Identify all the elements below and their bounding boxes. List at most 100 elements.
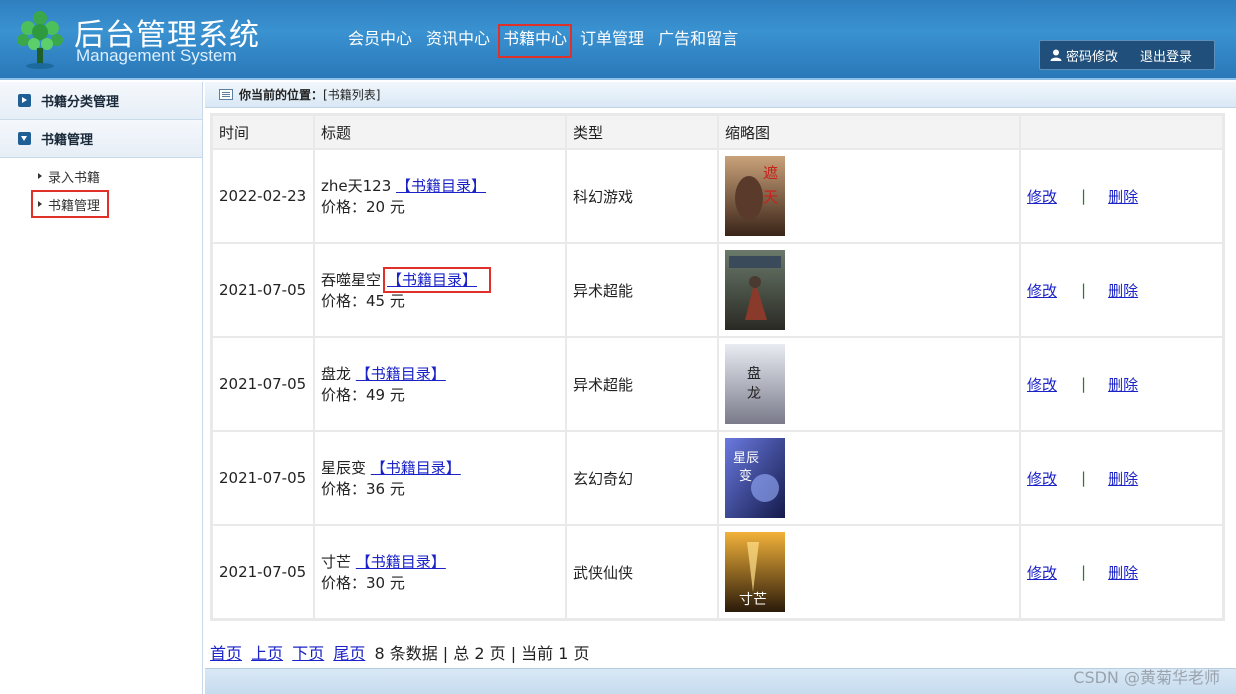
list-icon	[219, 89, 233, 100]
book-price: 价格：49 元	[321, 386, 405, 404]
edit-link[interactable]: 修改	[1027, 468, 1057, 489]
book-price: 价格：20 元	[321, 198, 405, 216]
cell-time: 2021-07-05	[213, 432, 313, 524]
user-icon	[1050, 49, 1062, 61]
cell-thumbnail: 星辰 变	[719, 432, 1019, 524]
pager-info: 8 条数据 | 总 2 页 | 当前 1 页	[374, 644, 590, 663]
book-cover-image	[725, 250, 785, 330]
action-separator: |	[1081, 563, 1087, 581]
cell-time: 2021-07-05	[213, 338, 313, 430]
sidebar-submenu: 录入书籍 书籍管理	[0, 158, 202, 694]
cell-thumbnail: 盘 龙	[719, 338, 1019, 430]
bullet-triangle-icon	[38, 201, 42, 207]
pager-first[interactable]: 首页	[210, 644, 242, 663]
cell-thumbnail: 遮 天	[719, 150, 1019, 242]
breadcrumb: 你当前的位置： [书籍列表]	[205, 82, 1236, 108]
cell-type: 武侠仙侠	[567, 526, 717, 618]
delete-link[interactable]: 删除	[1108, 186, 1138, 207]
column-header-time: 时间	[213, 116, 313, 148]
sidebar-section-book-management[interactable]: 书籍管理	[0, 120, 202, 158]
cover-title-text: 寸芒	[739, 592, 767, 608]
breadcrumb-label: 你当前的位置：	[239, 88, 324, 102]
edit-link[interactable]: 修改	[1027, 562, 1057, 583]
table-row: 2021-07-05 寸芒 【书籍目录】 价格：30 元 武侠仙侠 寸芒 修改 …	[213, 526, 1222, 618]
action-separator: |	[1081, 281, 1087, 299]
nav-ads-messages[interactable]: 广告和留言	[652, 28, 744, 60]
top-nav: 会员中心 资讯中心 书籍中心 订单管理 广告和留言	[342, 24, 746, 60]
delete-link[interactable]: 删除	[1108, 280, 1138, 301]
book-cover-image: 星辰 变	[725, 438, 785, 518]
collapse-arrow-icon	[18, 132, 31, 145]
book-price: 价格：36 元	[321, 480, 405, 498]
change-password-link[interactable]: 密码修改	[1066, 46, 1118, 65]
cover-title-text: 星辰	[733, 451, 759, 466]
book-title: zhe天123	[321, 177, 392, 195]
pager-next[interactable]: 下页	[292, 644, 324, 663]
delete-link[interactable]: 删除	[1108, 468, 1138, 489]
cover-title-text: 天	[763, 188, 778, 206]
book-table: 时间 标题 类型 缩略图 2022-02-23 zhe天123 【书籍目录】 价…	[211, 114, 1224, 620]
edit-link[interactable]: 修改	[1027, 374, 1057, 395]
book-title: 寸芒	[321, 553, 352, 571]
book-title: 星辰变	[321, 459, 367, 477]
action-separator: |	[1081, 469, 1087, 487]
table-header-row: 时间 标题 类型 缩略图	[213, 116, 1222, 148]
book-toc-link[interactable]: 【书籍目录】	[371, 459, 461, 477]
logout-link[interactable]: 退出登录	[1140, 46, 1192, 65]
nav-member-center[interactable]: 会员中心	[342, 28, 418, 60]
cell-time: 2021-07-05	[213, 244, 313, 336]
cell-actions: 修改 | 删除	[1021, 432, 1222, 524]
nav-order-management[interactable]: 订单管理	[574, 28, 650, 60]
cell-type: 异术超能	[567, 338, 717, 430]
sidebar-item-book-management[interactable]: 书籍管理	[31, 190, 109, 218]
cell-type: 科幻游戏	[567, 150, 717, 242]
cover-title-text: 盘	[747, 365, 761, 382]
book-toc-link[interactable]: 【书籍目录】	[396, 177, 486, 195]
sidebar-item-label: 书籍管理	[48, 198, 101, 214]
cell-actions: 修改 | 删除	[1021, 338, 1222, 430]
pager-prev[interactable]: 上页	[251, 644, 283, 663]
main-content: 你当前的位置： [书籍列表] 时间 标题 类型 缩略图 2022-02-23 z…	[205, 82, 1236, 694]
delete-link[interactable]: 删除	[1108, 562, 1138, 583]
book-table-wrapper: 时间 标题 类型 缩略图 2022-02-23 zhe天123 【书籍目录】 价…	[210, 113, 1225, 621]
table-row: 2022-02-23 zhe天123 【书籍目录】 价格：20 元 科幻游戏 遮	[213, 150, 1222, 242]
book-toc-link[interactable]: 【书籍目录】	[383, 267, 492, 293]
book-price: 价格：45 元	[321, 292, 405, 310]
pager-last[interactable]: 尾页	[333, 644, 365, 663]
cell-title: 寸芒 【书籍目录】 价格：30 元	[315, 526, 565, 618]
nav-book-center[interactable]: 书籍中心	[498, 24, 573, 58]
book-toc-link[interactable]: 【书籍目录】	[356, 553, 446, 571]
edit-link[interactable]: 修改	[1027, 280, 1057, 301]
edit-link[interactable]: 修改	[1027, 186, 1057, 207]
user-actions: 密码修改 退出登录	[1039, 40, 1215, 70]
column-header-title: 标题	[315, 116, 565, 148]
delete-link[interactable]: 删除	[1108, 374, 1138, 395]
cell-title: zhe天123 【书籍目录】 价格：20 元	[315, 150, 565, 242]
cover-title-text: 遮	[763, 164, 778, 182]
table-row: 2021-07-05 星辰变 【书籍目录】 价格：36 元 玄幻奇幻 星辰 变 …	[213, 432, 1222, 524]
table-row: 2021-07-05 盘龙 【书籍目录】 价格：49 元 异术超能 盘 龙 修改…	[213, 338, 1222, 430]
book-cover-image: 盘 龙	[725, 344, 785, 424]
top-header: 后台管理系统 Management System 会员中心 资讯中心 书籍中心 …	[0, 0, 1236, 80]
cell-thumbnail	[719, 244, 1019, 336]
cell-type: 异术超能	[567, 244, 717, 336]
nav-news-center[interactable]: 资讯中心	[420, 28, 496, 60]
action-separator: |	[1081, 375, 1087, 393]
cell-time: 2021-07-05	[213, 526, 313, 618]
cell-title: 吞噬星空 【书籍目录】 价格：45 元	[315, 244, 565, 336]
app-subtitle: Management System	[76, 46, 237, 65]
cell-thumbnail: 寸芒	[719, 526, 1019, 618]
sidebar-section-label: 书籍分类管理	[41, 95, 120, 110]
sidebar-item-label: 录入书籍	[48, 170, 101, 186]
cell-title: 星辰变 【书籍目录】 价格：36 元	[315, 432, 565, 524]
action-separator: |	[1081, 187, 1087, 205]
cover-title-text: 龙	[747, 386, 761, 402]
tree-logo-icon	[17, 11, 63, 69]
cell-title: 盘龙 【书籍目录】 价格：49 元	[315, 338, 565, 430]
book-cover-image: 寸芒	[725, 532, 785, 612]
sidebar-item-add-book[interactable]: 录入书籍	[0, 162, 202, 190]
pagination: 首页 上页 下页 尾页 8 条数据 | 总 2 页 | 当前 1 页	[210, 640, 590, 664]
cell-actions: 修改 | 删除	[1021, 150, 1222, 242]
book-toc-link[interactable]: 【书籍目录】	[356, 365, 446, 383]
sidebar-section-book-category[interactable]: 书籍分类管理	[0, 82, 202, 120]
